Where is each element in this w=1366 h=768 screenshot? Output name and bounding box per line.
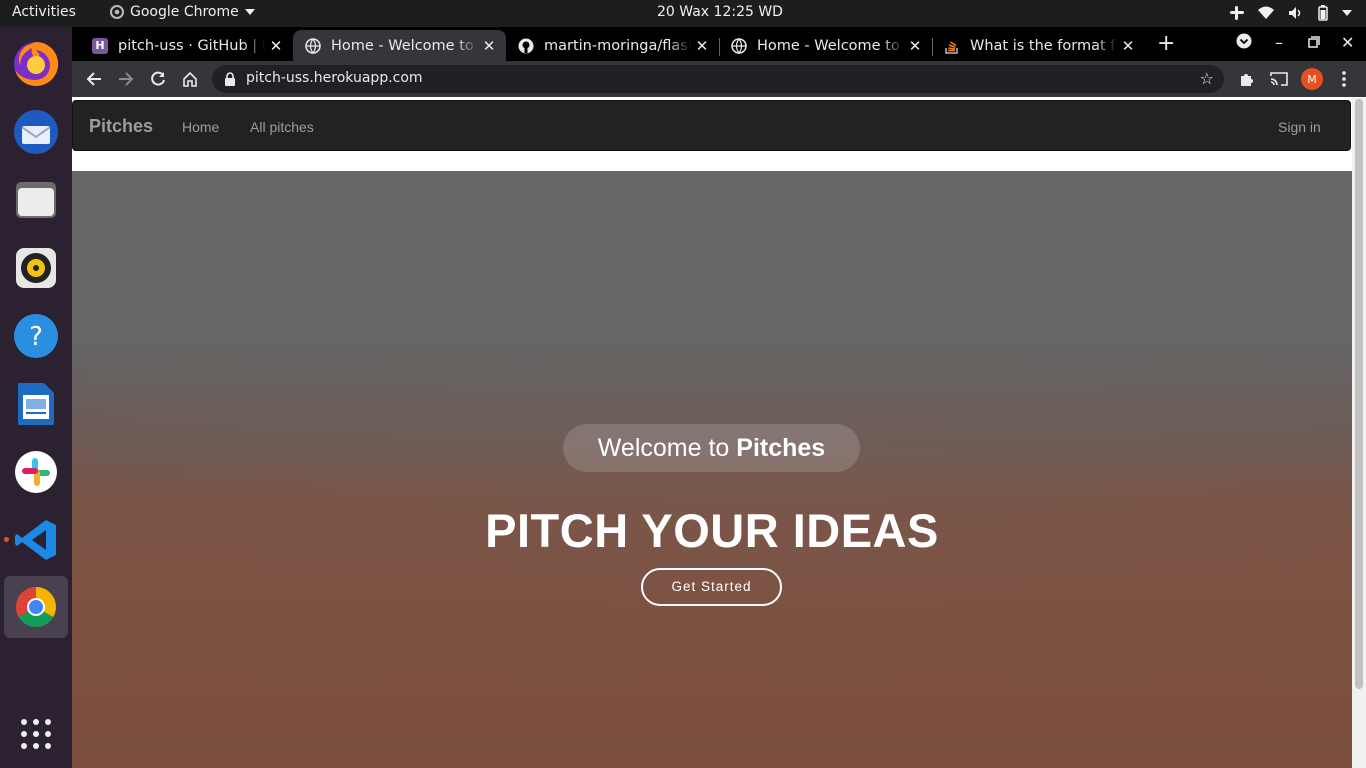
volume-icon: [1289, 7, 1301, 19]
tab-title: martin-moringa/flask-pitch: [544, 37, 691, 54]
slack-tray-icon: [1230, 6, 1244, 20]
arrow-left-icon: [86, 72, 101, 86]
close-tab-icon[interactable]: ✕: [265, 37, 287, 55]
close-tab-icon[interactable]: ✕: [1117, 37, 1139, 55]
dock-firefox[interactable]: [4, 33, 68, 95]
writer-icon: [18, 383, 54, 425]
heroku-favicon-icon: H: [92, 37, 108, 54]
browser-window: H pitch-uss · GitHub | Heroku ✕ Home - W…: [72, 27, 1366, 768]
welcome-prefix: Welcome to: [597, 434, 737, 462]
vscode-icon: [15, 520, 56, 560]
close-tab-icon[interactable]: ✕: [691, 37, 713, 55]
site-navbar: Pitches Home All pitches Sign in: [72, 100, 1351, 151]
globe-icon: [305, 37, 321, 54]
caret-down-icon: [1342, 10, 1352, 16]
forward-button[interactable]: [115, 68, 137, 90]
lock-icon[interactable]: [224, 71, 236, 90]
globe-icon: [731, 37, 747, 54]
tab-pitches-home-active[interactable]: Home - Welcome to The Pitches ✕: [293, 30, 506, 61]
chrome-menu-button[interactable]: [1333, 68, 1355, 90]
close-tab-icon[interactable]: ✕: [478, 37, 500, 55]
rhythmbox-icon: [16, 248, 56, 288]
tab-github-heroku[interactable]: H pitch-uss · GitHub | Heroku ✕: [80, 30, 293, 61]
tab-github-repo[interactable]: martin-moringa/flask-pitch ✕: [506, 30, 719, 61]
reload-icon: [151, 71, 165, 86]
show-applications[interactable]: [4, 703, 68, 765]
stackoverflow-icon: [944, 38, 960, 54]
welcome-brand: Pitches: [736, 434, 826, 462]
home-button[interactable]: [179, 68, 201, 90]
tab-title: pitch-uss · GitHub | Heroku: [118, 37, 265, 54]
dock: ?: [0, 27, 72, 768]
home-icon: [183, 71, 197, 87]
dock-vscode[interactable]: [4, 509, 68, 571]
site-brand-link[interactable]: Pitches: [89, 116, 153, 137]
tab-stackoverflow[interactable]: What is the format for ✕: [932, 30, 1145, 61]
restore-button[interactable]: [1308, 33, 1320, 52]
restore-icon: [1308, 36, 1320, 48]
thunderbird-icon: [14, 110, 58, 154]
scrollbar-thumb[interactable]: [1355, 99, 1363, 689]
new-tab-button[interactable]: +: [1157, 31, 1175, 56]
address-bar[interactable]: pitch-uss.herokuapp.com ☆: [212, 65, 1224, 93]
svg-text:?: ?: [29, 322, 43, 352]
dock-chrome[interactable]: [4, 576, 68, 638]
dock-rhythmbox[interactable]: [4, 237, 68, 299]
help-icon: ?: [14, 314, 58, 358]
github-icon: [518, 38, 534, 54]
tab-title: Home - Welcome to The Pitches: [757, 37, 904, 54]
firefox-icon: [14, 41, 59, 86]
dock-files[interactable]: [4, 169, 68, 231]
reload-button[interactable]: [147, 68, 169, 90]
chevron-down-circle-icon: [1236, 33, 1252, 49]
web-page: Pitches Home All pitches Sign in Welcome…: [72, 97, 1352, 768]
system-top-bar: Activities Google Chrome 20 Wax 12:25 WD: [0, 0, 1366, 27]
avatar: M: [1301, 68, 1323, 90]
url-text: pitch-uss.herokuapp.com: [246, 70, 423, 86]
back-button[interactable]: [83, 68, 105, 90]
battery-icon: [1318, 5, 1328, 21]
slack-icon: [15, 451, 57, 493]
kebab-menu-icon: [1342, 71, 1346, 87]
files-icon: [16, 182, 56, 218]
extensions-button[interactable]: [1236, 68, 1258, 90]
nav-all-pitches-link[interactable]: All pitches: [250, 119, 314, 135]
bookmark-star-icon[interactable]: ☆: [1200, 69, 1214, 88]
system-tray[interactable]: [1230, 5, 1352, 21]
dock-thunderbird[interactable]: [4, 101, 68, 163]
welcome-banner: Welcome to Pitches: [563, 424, 860, 472]
get-started-button[interactable]: Get Started: [641, 568, 782, 606]
tab-title: What is the format for: [970, 37, 1117, 54]
browser-toolbar: pitch-uss.herokuapp.com ☆ M: [72, 61, 1366, 97]
puzzle-icon: [1241, 74, 1253, 86]
tab-strip: H pitch-uss · GitHub | Heroku ✕ Home - W…: [72, 27, 1366, 61]
dock-writer[interactable]: [4, 373, 68, 435]
svg-text:M: M: [1307, 73, 1317, 86]
close-window-button[interactable]: ✕: [1341, 33, 1354, 52]
tab-title: Home - Welcome to The Pitches: [331, 37, 478, 54]
arrow-right-icon: [119, 72, 134, 86]
hero-section: Welcome to Pitches PITCH YOUR IDEAS Get …: [72, 171, 1352, 768]
app-grid-icon: [21, 719, 51, 749]
close-tab-icon[interactable]: ✕: [904, 37, 926, 55]
wifi-icon: [1258, 6, 1274, 19]
dock-slack[interactable]: [4, 441, 68, 503]
nav-home-link[interactable]: Home: [182, 119, 219, 135]
cast-button[interactable]: [1268, 68, 1290, 90]
dock-help[interactable]: ?: [4, 305, 68, 367]
page-scrollbar[interactable]: [1352, 97, 1366, 768]
minimize-button[interactable]: –: [1275, 33, 1283, 52]
profile-avatar[interactable]: M: [1301, 68, 1323, 90]
tab-pitches-home[interactable]: Home - Welcome to The Pitches ✕: [719, 30, 932, 61]
tab-search-button[interactable]: [1236, 33, 1252, 53]
cast-icon: [1270, 72, 1288, 86]
clock[interactable]: 20 Wax 12:25 WD: [0, 4, 1366, 20]
sign-in-link[interactable]: Sign in: [1278, 119, 1321, 135]
hero-headline: PITCH YOUR IDEAS: [485, 504, 939, 557]
chrome-icon: [16, 587, 56, 627]
